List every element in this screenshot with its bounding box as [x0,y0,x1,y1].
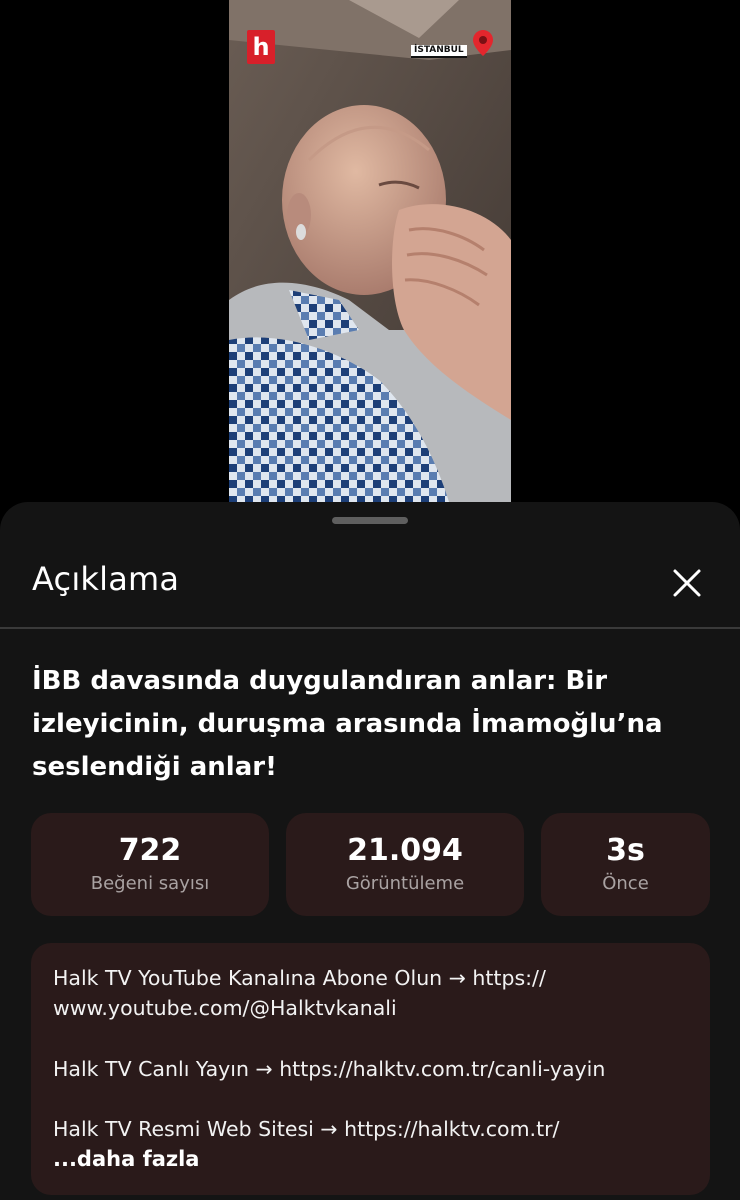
location-tag: İSTANBUL [411,45,467,58]
location-pin-icon [473,30,493,56]
close-button[interactable] [664,560,710,606]
video-title: İBB davasında duygulandıran anlar: Bir i… [32,666,663,782]
sheet-heading: Açıklama [32,560,180,598]
description-line[interactable]: www.youtube.com/@Halktvkanali [53,993,397,1023]
video-player[interactable]: h İSTANBUL [229,0,511,502]
description-line: Halk TV YouTube Kanalına Abone Olun → ht… [53,966,546,990]
channel-logo-text: h [252,33,270,61]
show-more-link[interactable]: ...daha fazla [53,1144,199,1174]
views-label: Görüntüleme [345,872,465,894]
video-frame-image [229,0,511,502]
close-icon [673,569,701,597]
channel-logo: h [247,30,275,64]
likes-stat: 722 Beğeni sayısı [31,813,269,916]
views-count: 21.094 [347,832,463,868]
description-sheet: Açıklama İBB davasında duygulandıran anl… [0,502,740,1200]
divider [0,627,740,629]
description-box[interactable]: Halk TV YouTube Kanalına Abone Olun → ht… [31,943,710,1195]
views-stat: 21.094 Görüntüleme [286,813,524,916]
age-label: Önce [602,872,649,894]
likes-label: Beğeni sayısı [90,872,210,894]
drag-handle[interactable] [332,517,408,524]
description-line[interactable]: Halk TV Canlı Yayın → https://halktv.com… [53,1054,605,1084]
age-value: 3s [606,832,645,868]
likes-count: 722 [118,832,182,868]
age-stat: 3s Önce [541,813,710,916]
description-line[interactable]: Halk TV Resmi Web Sitesi → https://halkt… [53,1114,559,1144]
